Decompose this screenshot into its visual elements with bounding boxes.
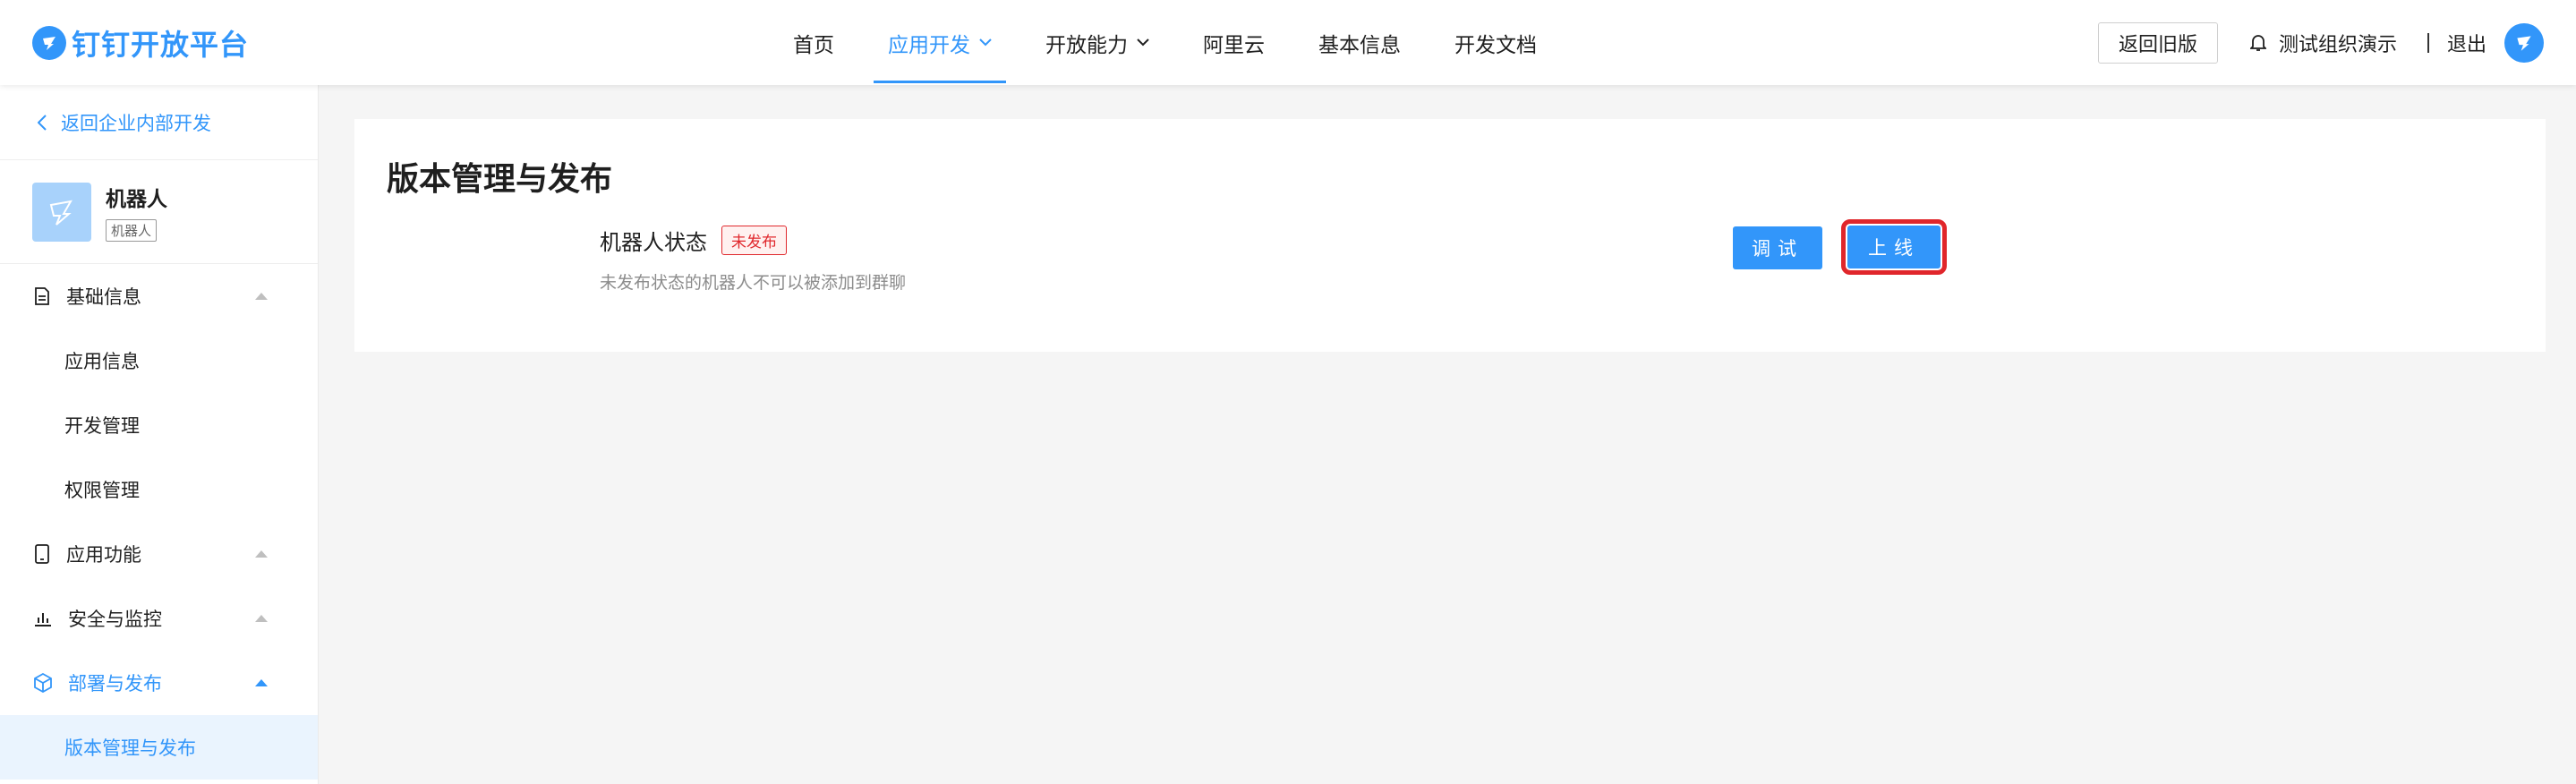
caret-up-icon	[255, 550, 268, 558]
nav-label: 首页	[793, 33, 834, 57]
sidebar-item-dev-manage[interactable]: 开发管理	[0, 393, 318, 457]
header-right: 返回旧版 测试组织演示 退出	[2097, 0, 2544, 85]
app-name: 机器人	[106, 188, 167, 211]
status-label: 机器人状态	[600, 230, 707, 255]
nav-open-capability[interactable]: 开放能力	[1031, 0, 1164, 85]
app-info: 机器人 机器人	[0, 160, 318, 264]
nav-home[interactable]: 首页	[779, 0, 849, 85]
caret-up-icon	[255, 293, 268, 300]
main-nav: 首页 应用开发 开放能力 阿里云 基本信息 开发文档	[779, 0, 1576, 85]
status-badge: 未发布	[721, 226, 787, 255]
sidebar: 返回企业内部开发 机器人 机器人 基础信息 应用信息 开发管理 权限管理 应用功…	[0, 85, 319, 784]
sidebar-group-basic-info[interactable]: 基础信息	[0, 264, 318, 328]
caret-up-icon	[255, 615, 268, 622]
nav-label: 阿里云	[1203, 33, 1265, 57]
item-label: 开发管理	[64, 415, 140, 437]
org-name: 测试组织演示	[2278, 33, 2397, 56]
chevron-left-icon	[38, 114, 47, 131]
robot-status: 机器人状态 未发布	[600, 225, 787, 256]
item-label: 版本管理与发布	[64, 737, 196, 759]
chevron-down-icon	[979, 38, 992, 47]
nav-label: 基本信息	[1318, 33, 1401, 57]
back-link[interactable]: 返回企业内部开发	[0, 85, 318, 160]
go-online-button[interactable]: 上线	[1841, 219, 1947, 275]
app-meta: 机器人 机器人	[106, 182, 167, 242]
chevron-down-icon	[1137, 38, 1149, 47]
bell-icon	[2249, 34, 2266, 51]
avatar[interactable]	[2504, 22, 2544, 63]
nav-label: 应用开发	[888, 33, 970, 57]
robot-logo-icon	[49, 200, 73, 226]
item-label: 权限管理	[64, 480, 140, 501]
group-label: 安全与监控	[68, 609, 162, 630]
nav-basic-info[interactable]: 基本信息	[1304, 0, 1415, 85]
top-header: 钉钉开放平台 首页 应用开发 开放能力 阿里云 基本信息 开发文档 返回旧版 测…	[0, 0, 2576, 85]
nav-aliyun[interactable]: 阿里云	[1189, 0, 1279, 85]
logo-text: 钉钉开放平台	[72, 28, 250, 62]
status-description: 未发布状态的机器人不可以被添加到群聊	[600, 273, 907, 293]
mobile-icon	[35, 544, 49, 564]
group-label: 基础信息	[66, 286, 141, 308]
page-title: 版本管理与发布	[387, 161, 613, 198]
old-version-button[interactable]: 返回旧版	[2097, 21, 2218, 64]
sidebar-group-deploy[interactable]: 部署与发布	[0, 651, 318, 715]
sidebar-item-version-release[interactable]: 版本管理与发布	[0, 715, 318, 780]
nav-dev-docs[interactable]: 开发文档	[1440, 0, 1551, 85]
robot-avatar	[32, 182, 91, 242]
debug-button[interactable]: 调试	[1733, 226, 1822, 269]
sidebar-item-app-info[interactable]: 应用信息	[0, 328, 318, 393]
dingtalk-avatar-icon	[2517, 35, 2531, 51]
file-icon	[35, 287, 49, 305]
nav-label: 开放能力	[1045, 33, 1128, 57]
nav-app-dev[interactable]: 应用开发	[874, 0, 1006, 85]
group-label: 应用功能	[66, 544, 141, 566]
caret-up-icon	[255, 679, 268, 686]
sidebar-group-app-features[interactable]: 应用功能	[0, 522, 318, 586]
divider	[2427, 32, 2429, 53]
org-switcher[interactable]: 测试组织演示	[2249, 29, 2397, 57]
group-label: 部署与发布	[68, 673, 162, 695]
version-release-card: 版本管理与发布 机器人状态 未发布 未发布状态的机器人不可以被添加到群聊 调试 …	[354, 119, 2546, 352]
nav-label: 开发文档	[1454, 33, 1537, 57]
app-type-tag: 机器人	[106, 219, 158, 242]
dingtalk-logo-icon	[32, 26, 66, 60]
sidebar-group-security[interactable]: 安全与监控	[0, 586, 318, 651]
cube-icon	[34, 673, 52, 693]
back-label: 返回企业内部开发	[61, 112, 211, 134]
chart-icon	[35, 613, 51, 626]
item-label: 应用信息	[64, 351, 140, 372]
sidebar-item-permissions[interactable]: 权限管理	[0, 457, 318, 522]
logout-link[interactable]: 退出	[2447, 29, 2486, 57]
dingtalk-logo[interactable]: 钉钉开放平台	[32, 23, 249, 63]
